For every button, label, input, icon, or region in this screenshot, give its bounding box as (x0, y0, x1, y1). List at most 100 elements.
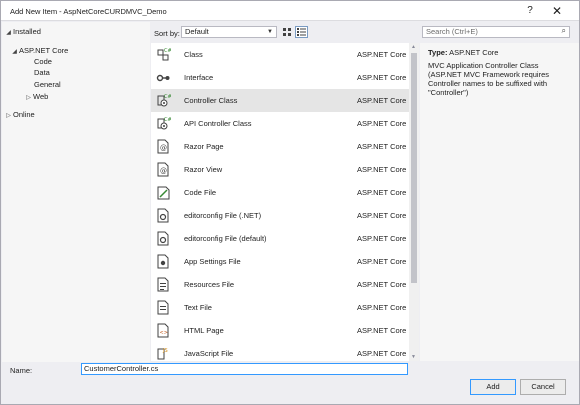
help-button[interactable]: ? (523, 4, 537, 18)
tree-label: Installed (13, 27, 41, 36)
javascript-file-icon: JS (156, 346, 171, 361)
list-item[interactable]: Text File ASP.NET Core (151, 296, 409, 319)
tree-node-code[interactable]: Code (34, 56, 52, 67)
list-item[interactable]: @ Razor Page ASP.NET Core (151, 135, 409, 158)
item-name: Razor View (184, 165, 223, 174)
svg-text:<>: <> (160, 330, 168, 336)
tree-node-aspnet-core[interactable]: ◢ ASP.NET Core (10, 45, 68, 56)
item-name: HTML Page (184, 326, 224, 335)
controller-icon: C# (156, 93, 172, 108)
cancel-button[interactable]: Cancel (520, 379, 566, 395)
settings-file-icon (156, 254, 171, 269)
list-item[interactable]: Code File ASP.NET Core (151, 181, 409, 204)
item-category: ASP.NET Core (357, 257, 407, 266)
tree-label: Online (13, 110, 35, 119)
item-category: ASP.NET Core (357, 142, 407, 151)
item-name: API Controller Class (184, 119, 252, 128)
list-item[interactable]: C# Class ASP.NET Core (151, 43, 409, 66)
list-item[interactable]: @ Razor View ASP.NET Core (151, 158, 409, 181)
list-item[interactable]: App Settings File ASP.NET Core (151, 250, 409, 273)
item-name: Class (184, 50, 203, 59)
expand-arrow-icon[interactable]: ▷ (4, 111, 13, 122)
item-name: editorconfig File (default) (184, 234, 267, 243)
list-item[interactable]: C# Controller Class ASP.NET Core (151, 89, 409, 112)
name-label: Name: (10, 366, 33, 375)
html-page-icon: <> (156, 323, 171, 338)
item-category: ASP.NET Core (357, 234, 407, 243)
resources-file-icon (156, 277, 171, 292)
scroll-down-icon[interactable]: ▼ (411, 354, 416, 360)
editorconfig-icon (156, 231, 171, 246)
tree-node-installed[interactable]: ◢ Installed (4, 26, 41, 37)
close-button[interactable]: ✕ (550, 4, 564, 18)
info-type: Type: ASP.NET Core (428, 48, 498, 57)
type-label: Type: (428, 48, 448, 57)
tree-label: Web (33, 92, 49, 101)
item-name: Resources File (184, 280, 235, 289)
item-category: ASP.NET Core (357, 326, 407, 335)
class-icon: C# (156, 47, 172, 62)
list-item[interactable]: Resources File ASP.NET Core (151, 273, 409, 296)
tree-label: Data (34, 68, 50, 77)
template-list: C# Class ASP.NET Core Interface ASP.NET Core… (151, 43, 419, 361)
description-pane: Type: ASP.NET Core MVC Application Contr… (420, 43, 579, 361)
list-item[interactable]: JS JavaScript File ASP.NET Core (151, 342, 409, 361)
item-name: Code File (184, 188, 217, 197)
svg-text:@: @ (160, 144, 167, 152)
item-name: Text File (184, 303, 212, 312)
item-category: ASP.NET Core (357, 119, 407, 128)
collapse-arrow-icon[interactable]: ◢ (10, 47, 19, 58)
search-icon[interactable]: ⌕ (562, 26, 566, 36)
title-bar: Add New Item - AspNetCoreCURDMVC_Demo ? … (1, 1, 579, 21)
list-item[interactable]: editorconfig File (.NET) ASP.NET Core (151, 204, 409, 227)
svg-text:C#: C# (164, 48, 171, 54)
item-category: ASP.NET Core (357, 211, 407, 220)
list-scrollbar[interactable]: ▲ ▼ (409, 43, 419, 361)
editorconfig-icon (156, 208, 171, 223)
list-view-button[interactable] (295, 26, 308, 38)
tree-label: General (34, 80, 61, 89)
tree-node-online[interactable]: ▷ Online (4, 109, 35, 120)
grid-view-button[interactable] (281, 26, 294, 38)
tree-label: ASP.NET Core (19, 46, 69, 55)
svg-text:JS: JS (162, 348, 168, 354)
tree-node-web[interactable]: ▷ Web (24, 91, 48, 102)
scrollbar-thumb[interactable] (411, 53, 417, 283)
sort-value: Default (185, 27, 209, 36)
list-item[interactable]: editorconfig File (default) ASP.NET Core (151, 227, 409, 250)
sort-dropdown[interactable]: Default ▼ (181, 26, 277, 38)
item-category: ASP.NET Core (357, 73, 407, 82)
item-category: ASP.NET Core (357, 165, 407, 174)
api-controller-icon: C# (156, 116, 172, 131)
tree-node-general[interactable]: General (34, 79, 61, 90)
tree-node-data[interactable]: Data (34, 67, 50, 78)
item-category: ASP.NET Core (357, 280, 407, 289)
item-category: ASP.NET Core (357, 96, 407, 105)
razor-page-icon: @ (156, 139, 171, 154)
code-file-icon (156, 185, 171, 200)
dialog-title: Add New Item - AspNetCoreCURDMVC_Demo (10, 7, 167, 16)
add-button[interactable]: Add (470, 379, 516, 395)
list-item[interactable]: C# API Controller Class ASP.NET Core (151, 112, 409, 135)
search-input[interactable]: Search (Ctrl+E) ⌕ (422, 26, 570, 38)
grid-view-icon (283, 28, 291, 36)
list-item[interactable]: Interface ASP.NET Core (151, 66, 409, 89)
item-name: Razor Page (184, 142, 224, 151)
svg-text:C#: C# (164, 117, 171, 123)
category-tree: ◢ Installed ◢ ASP.NET Core Code Data Gener… (2, 22, 150, 362)
list-item[interactable]: <> HTML Page ASP.NET Core (151, 319, 409, 342)
list-view-icon (297, 28, 306, 36)
svg-text:@: @ (160, 167, 167, 175)
scroll-up-icon[interactable]: ▲ (411, 44, 416, 50)
type-value: ASP.NET Core (449, 48, 499, 57)
razor-view-icon: @ (156, 162, 171, 177)
item-category: ASP.NET Core (357, 50, 407, 59)
interface-icon (156, 70, 171, 85)
item-category: ASP.NET Core (357, 188, 407, 197)
item-name: JavaScript File (184, 349, 234, 358)
item-name: Controller Class (184, 96, 238, 105)
item-name: Interface (184, 73, 214, 82)
name-field[interactable]: CustomerController.cs (81, 363, 408, 375)
collapse-arrow-icon[interactable]: ◢ (4, 28, 13, 39)
expand-arrow-icon[interactable]: ▷ (24, 93, 33, 104)
